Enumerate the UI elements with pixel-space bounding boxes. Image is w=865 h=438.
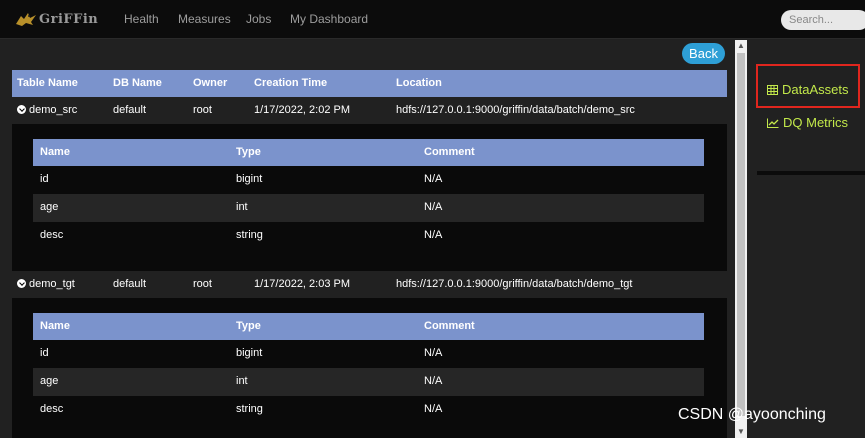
column-header: Name: [40, 146, 70, 158]
scrollbar-thumb[interactable]: [737, 53, 745, 416]
main-content: Back Table Name DB Name Owner Creation T…: [0, 40, 733, 438]
nav-measures[interactable]: Measures: [178, 12, 231, 26]
field-type: int: [236, 201, 248, 213]
schema-table: Name Type Comment id bigint N/A age int …: [33, 313, 704, 424]
column-header: Owner: [193, 77, 228, 89]
field-name: age: [40, 201, 59, 213]
schema-row: age int N/A: [33, 368, 704, 396]
column-header: Type: [236, 146, 261, 158]
sidebar-item-dq-metrics[interactable]: DQ Metrics: [767, 115, 848, 130]
column-header: DB Name: [113, 77, 162, 89]
field-comment: N/A: [424, 173, 443, 185]
field-name: desc: [40, 403, 64, 415]
right-sidebar: DataAssets DQ Metrics: [747, 40, 865, 438]
location-cell: hdfs://127.0.0.1:9000/griffin/data/batch…: [396, 104, 635, 116]
field-comment: N/A: [424, 229, 443, 241]
schema-row: id bigint N/A: [33, 340, 704, 368]
logo-text: GriFFin: [39, 11, 99, 27]
schema-row: id bigint N/A: [33, 166, 704, 194]
field-type: bigint: [236, 173, 263, 185]
field-name: id: [40, 347, 49, 359]
location-cell: hdfs://127.0.0.1:9000/griffin/data/batch…: [396, 278, 633, 290]
field-name: id: [40, 173, 49, 185]
schema-row: age int N/A: [33, 194, 704, 222]
field-type: string: [236, 229, 263, 241]
search-input[interactable]: [781, 10, 865, 30]
schema-row: desc string N/A: [33, 222, 704, 250]
field-comment: N/A: [424, 403, 443, 415]
field-name: age: [40, 375, 59, 387]
table-detail-panel: Name Type Comment id bigint N/A age int …: [12, 124, 727, 271]
column-header: Name: [40, 320, 70, 332]
owner-cell: root: [193, 278, 212, 290]
griffin-logo-icon: [16, 13, 36, 26]
field-name: desc: [40, 229, 64, 241]
table-name-cell[interactable]: demo_src: [17, 97, 77, 124]
scroll-up-arrow-icon[interactable]: ▲: [735, 40, 747, 52]
field-type: bigint: [236, 347, 263, 359]
db-name-cell: default: [113, 104, 147, 116]
back-button[interactable]: Back: [682, 43, 725, 64]
griffin-logo[interactable]: GriFFin: [14, 8, 98, 30]
table-icon: [767, 85, 778, 95]
table-row[interactable]: demo_tgt default root 1/17/2022, 2:03 PM…: [12, 271, 727, 298]
chevron-down-icon[interactable]: [17, 105, 26, 114]
schema-row: desc string N/A: [33, 396, 704, 424]
watermark: CSDN @ayoonching: [678, 406, 826, 423]
column-header: Location: [396, 77, 442, 89]
sidebar-divider: [757, 171, 865, 175]
creation-time-cell: 1/17/2022, 2:03 PM: [254, 278, 351, 290]
nav-my-dashboard[interactable]: My Dashboard: [290, 12, 368, 26]
field-type: string: [236, 403, 263, 415]
table-row[interactable]: demo_src default root 1/17/2022, 2:02 PM…: [12, 97, 727, 124]
column-header: Comment: [424, 146, 475, 158]
column-header: Creation Time: [254, 77, 328, 89]
field-type: int: [236, 375, 248, 387]
table-name-cell[interactable]: demo_tgt: [17, 271, 75, 298]
field-comment: N/A: [424, 375, 443, 387]
column-header: Comment: [424, 320, 475, 332]
scroll-down-arrow-icon[interactable]: ▼: [735, 426, 747, 438]
nav-health[interactable]: Health: [124, 12, 159, 26]
schema-header: Name Type Comment: [33, 313, 704, 340]
top-navbar: GriFFin Health Measures Jobs My Dashboar…: [0, 0, 865, 39]
db-name-cell: default: [113, 278, 147, 290]
sidebar-item-dataassets[interactable]: DataAssets: [767, 82, 848, 97]
column-header: Table Name: [17, 77, 78, 89]
vertical-scrollbar[interactable]: ▲ ▼: [735, 40, 747, 438]
chevron-down-icon[interactable]: [17, 279, 26, 288]
line-chart-icon: [767, 118, 779, 128]
sidebar-item-label: DQ Metrics: [783, 115, 848, 130]
table-header: Table Name DB Name Owner Creation Time L…: [12, 70, 727, 97]
schema-table: Name Type Comment id bigint N/A age int …: [33, 139, 704, 250]
column-header: Type: [236, 320, 261, 332]
table-detail-panel: Name Type Comment id bigint N/A age int …: [12, 298, 727, 438]
sidebar-item-label: DataAssets: [782, 82, 849, 97]
field-comment: N/A: [424, 347, 443, 359]
creation-time-cell: 1/17/2022, 2:02 PM: [254, 104, 351, 116]
owner-cell: root: [193, 104, 212, 116]
field-comment: N/A: [424, 201, 443, 213]
nav-jobs[interactable]: Jobs: [246, 12, 271, 26]
schema-header: Name Type Comment: [33, 139, 704, 166]
